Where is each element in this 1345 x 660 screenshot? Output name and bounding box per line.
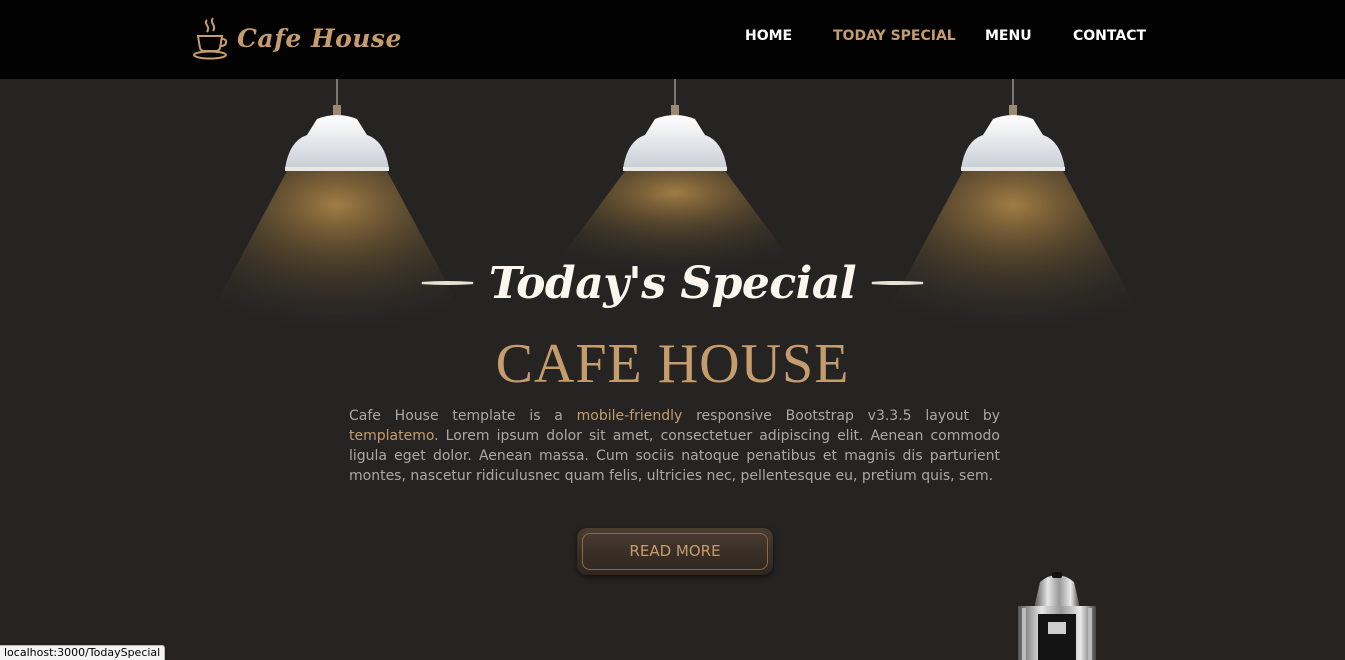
coffee-cup-icon xyxy=(193,17,228,60)
nav-item-menu[interactable]: MENU xyxy=(985,28,1032,44)
hero-heading: CAFE HOUSE xyxy=(495,333,850,395)
todays-special-title: Today's Special xyxy=(420,248,925,318)
templatemo-link[interactable]: templatemo xyxy=(349,428,434,444)
todays-special-text: Today's Special xyxy=(488,257,857,309)
paragraph-text: . Lorem ipsum dolor sit amet, consectetu… xyxy=(349,428,1000,484)
read-more-button[interactable]: READ MORE xyxy=(577,528,773,575)
decorative-dash-right xyxy=(871,280,924,286)
hero-paragraph: Cafe House template is a mobile-friendly… xyxy=(349,406,1000,486)
coffee-machine-image xyxy=(1018,572,1096,660)
paragraph-text: responsive Bootstrap v3.3.5 layout by xyxy=(682,408,1000,424)
top-navbar: Cafe House HOME TODAY SPECIAL MENU CONTA… xyxy=(0,0,1345,79)
nav-item-home[interactable]: HOME xyxy=(745,28,792,44)
nav-item-today-special[interactable]: TODAY SPECIAL xyxy=(833,28,956,44)
read-more-label: READ MORE xyxy=(629,542,721,560)
brand-logo-link[interactable]: Cafe House xyxy=(193,16,402,60)
nav-item-contact[interactable]: CONTACT xyxy=(1073,28,1146,44)
brand-name: Cafe House xyxy=(237,23,402,53)
paragraph-text: Cafe House template is a xyxy=(349,408,577,424)
status-bar-url: localhost:3000/TodaySpecial xyxy=(0,645,166,660)
decorative-dash-left xyxy=(421,280,474,286)
mobile-friendly-link[interactable]: mobile-friendly xyxy=(577,408,683,424)
